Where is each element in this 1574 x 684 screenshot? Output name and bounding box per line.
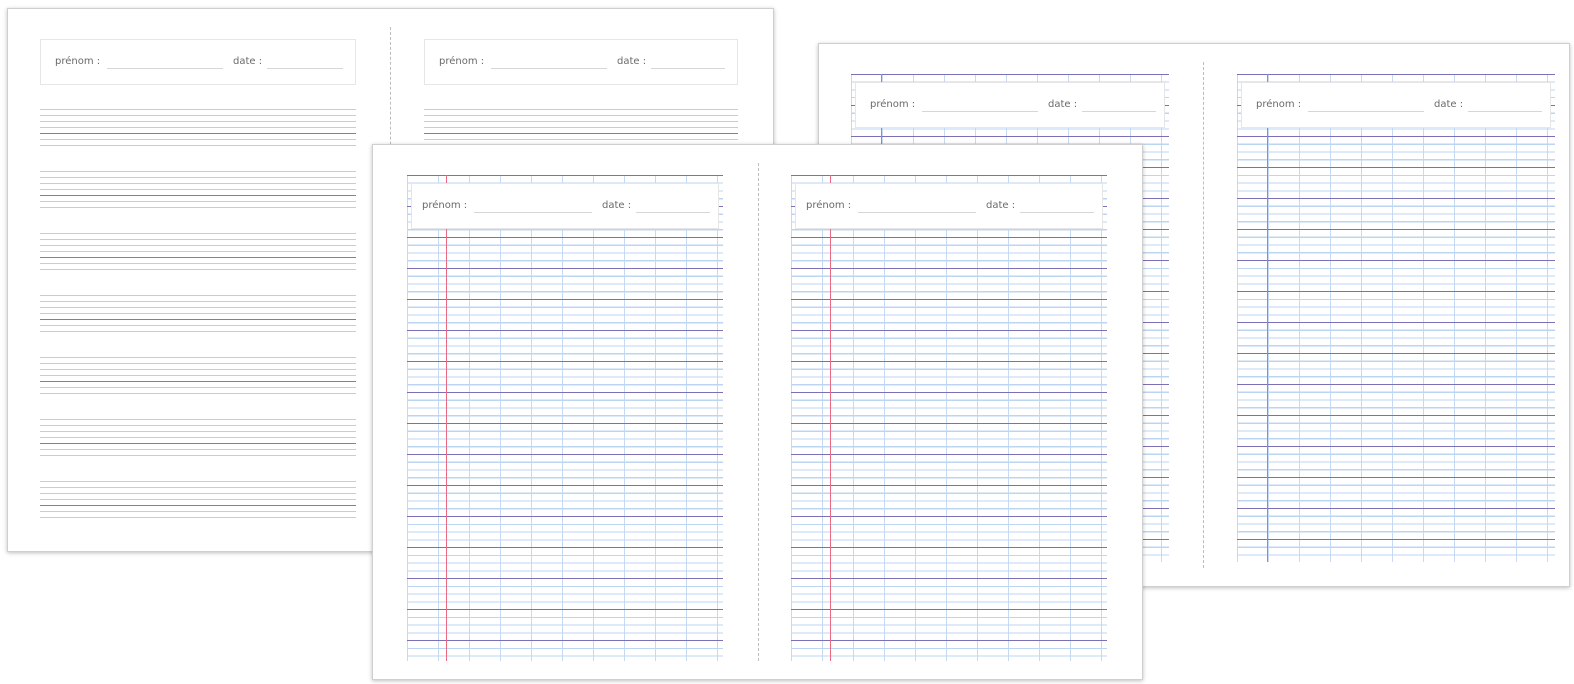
writing-stave: [40, 357, 356, 397]
fold-line: [758, 163, 759, 661]
date-line: [1468, 111, 1542, 112]
writing-stave: [40, 233, 356, 273]
date-line: [267, 68, 343, 69]
name-date-header: prénom : date :: [855, 82, 1165, 128]
name-label: prénom :: [422, 200, 468, 211]
date-line: [636, 212, 710, 213]
writing-stave: [40, 295, 356, 335]
date-label: date :: [1434, 99, 1464, 110]
date-label: date :: [1048, 99, 1078, 110]
writing-stave: [40, 481, 356, 521]
name-label: prénom :: [1256, 99, 1302, 110]
page-left: prénom : date :: [40, 39, 356, 539]
name-line: [858, 212, 976, 213]
name-date-header: prénom : date :: [1241, 82, 1551, 128]
name-date-header: prénom : date :: [40, 39, 356, 85]
name-date-header: prénom : date :: [795, 183, 1103, 229]
name-line: [474, 212, 592, 213]
page-right: prénom : date :: [791, 175, 1107, 661]
margin-line: [830, 175, 831, 661]
date-label: date :: [617, 56, 647, 67]
date-line: [1082, 111, 1156, 112]
date-line: [1020, 212, 1094, 213]
date-label: date :: [233, 56, 263, 67]
page-left: prénom : date :: [407, 175, 723, 661]
seyes-grid: [791, 175, 1107, 661]
seyes-grid: [407, 175, 723, 661]
date-label: date :: [602, 200, 632, 211]
name-date-header: prénom : date :: [411, 183, 719, 229]
name-line: [922, 111, 1038, 112]
fold-line: [1203, 62, 1204, 568]
page-right: prénom : date :: [1237, 74, 1555, 562]
name-label: prénom :: [55, 56, 101, 67]
writing-stave: [424, 109, 738, 149]
writing-stave: [40, 171, 356, 211]
margin-line: [1267, 74, 1268, 562]
margin-line: [446, 175, 447, 661]
date-label: date :: [986, 200, 1016, 211]
writing-stave: [40, 419, 356, 459]
date-line: [651, 68, 725, 69]
name-line: [107, 68, 223, 69]
name-date-header: prénom : date :: [424, 39, 738, 85]
name-label: prénom :: [806, 200, 852, 211]
worksheet-seyes: prénom : date : prénom : date :: [372, 144, 1143, 680]
name-label: prénom :: [439, 56, 485, 67]
seyes-grid: [1237, 74, 1555, 562]
name-line: [491, 68, 607, 69]
name-label: prénom :: [870, 99, 916, 110]
writing-stave: [40, 109, 356, 149]
name-line: [1308, 111, 1424, 112]
